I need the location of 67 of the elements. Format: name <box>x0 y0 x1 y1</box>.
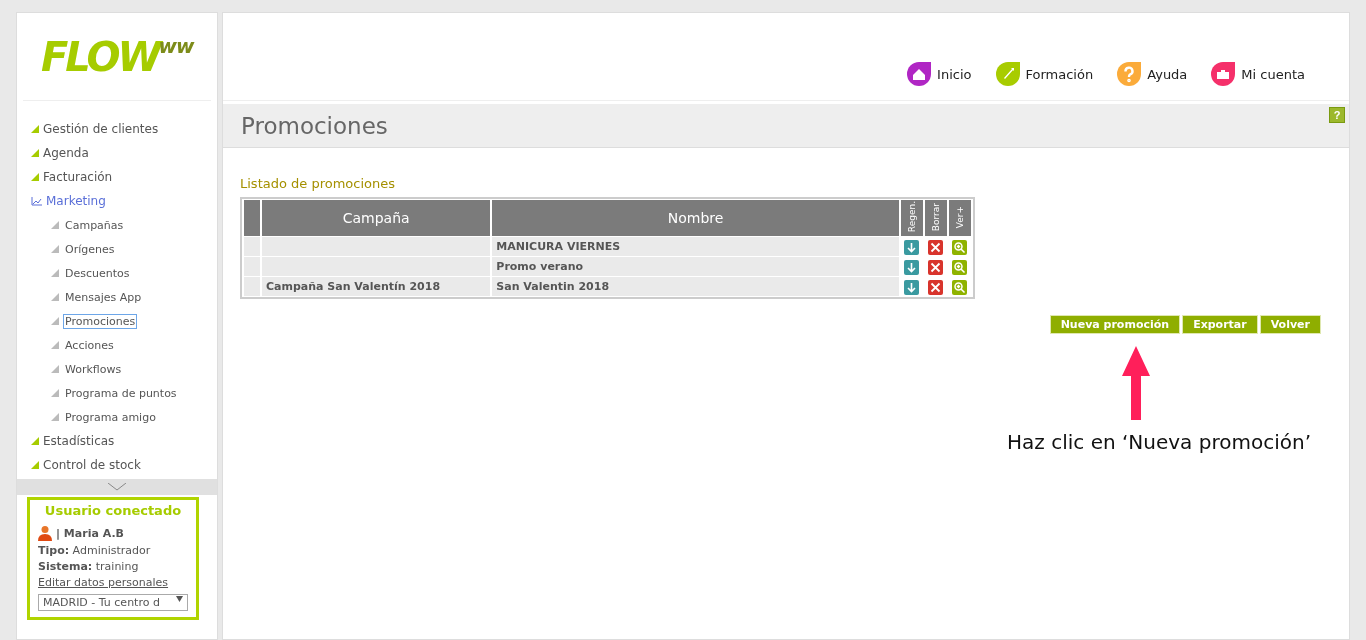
page-title: Promociones <box>241 112 388 139</box>
user-type: Tipo: Administrador <box>38 544 152 557</box>
triangle-icon <box>51 413 59 421</box>
nav-subitem[interactable]: Promociones <box>63 313 138 329</box>
triangle-icon <box>51 293 59 301</box>
nav-item[interactable]: Marketing <box>17 189 217 213</box>
line-chart-icon <box>31 196 42 206</box>
nav-subitem[interactable]: Descuentos <box>63 265 132 281</box>
nav-subitem[interactable]: Mensajes App <box>63 289 144 305</box>
triangle-icon <box>51 245 59 253</box>
triangle-icon <box>31 461 39 469</box>
triangle-icon <box>31 125 39 133</box>
delete-icon[interactable] <box>928 280 944 295</box>
annotation-text: Haz clic en ‘Nueva promoción’ <box>1007 430 1311 454</box>
top-menu-link[interactable]: Inicio <box>907 62 972 86</box>
table-cell <box>244 237 260 256</box>
user-system: Sistema: training <box>38 560 140 573</box>
nav-subitem[interactable]: Workflows <box>63 361 124 377</box>
triangle-icon <box>51 365 59 373</box>
column-header: Regen. <box>900 200 923 236</box>
zoom-in-icon[interactable] <box>952 240 968 255</box>
nav-item[interactable]: Control de stock <box>17 453 217 477</box>
nav-item[interactable]: Gestión de clientes <box>17 117 217 141</box>
triangle-icon <box>31 149 39 157</box>
download-arrow-icon[interactable] <box>904 240 920 255</box>
section-title: Listado de promociones <box>240 176 397 191</box>
top-menu-link[interactable]: Mi cuenta <box>1211 62 1305 86</box>
nav-subitem[interactable]: Programa amigo <box>63 409 158 425</box>
nav-subitem[interactable]: Acciones <box>63 337 116 353</box>
top-menu-link[interactable]: Ayuda <box>1117 62 1188 86</box>
nav-subitem[interactable]: Orígenes <box>63 241 117 257</box>
column-header: Nombre <box>492 200 899 236</box>
user-icon <box>38 525 52 541</box>
zoom-in-icon[interactable] <box>952 280 968 295</box>
triangle-icon <box>51 341 59 349</box>
center-select[interactable]: MADRID - Tu centro d <box>38 594 188 611</box>
download-arrow-icon[interactable] <box>904 280 920 295</box>
nav-item[interactable]: Facturación <box>17 165 217 189</box>
nav-item[interactable]: Agenda <box>17 141 217 165</box>
nav-item[interactable]: Estadísticas <box>17 429 217 453</box>
table-cell: MANICURA VIERNES <box>492 237 899 256</box>
table-cell: Promo verano <box>492 257 899 276</box>
caret-icon <box>176 596 183 602</box>
user-panel-title: Usuario conectado <box>43 503 183 518</box>
nav-subitem[interactable]: Campañas <box>63 217 126 233</box>
edit-profile-link[interactable]: Editar datos personales <box>38 576 169 589</box>
top-menu-link[interactable]: Formación <box>995 62 1094 86</box>
table-cell <box>244 277 260 296</box>
triangle-icon <box>51 317 59 325</box>
triangle-icon <box>51 269 59 277</box>
column-header: Ver+ <box>948 200 971 236</box>
table-header <box>244 200 260 236</box>
triangle-icon <box>31 437 39 445</box>
chevron-down-icon <box>107 483 127 491</box>
column-header: Campaña <box>262 200 491 236</box>
triangle-icon <box>51 221 59 229</box>
delete-icon[interactable] <box>928 240 944 255</box>
table-cell: Campaña San Valentín 2018 <box>262 277 491 296</box>
delete-icon[interactable] <box>928 260 944 275</box>
column-header: Borrar <box>924 200 947 236</box>
zoom-in-icon[interactable] <box>952 260 968 275</box>
nav-subitem[interactable]: Programa de puntos <box>63 385 179 401</box>
table-cell: San Valentin 2018 <box>492 277 899 296</box>
download-arrow-icon[interactable] <box>904 260 920 275</box>
user-name: | Maria A.B <box>56 526 124 540</box>
triangle-icon <box>31 173 39 181</box>
triangle-icon <box>51 389 59 397</box>
